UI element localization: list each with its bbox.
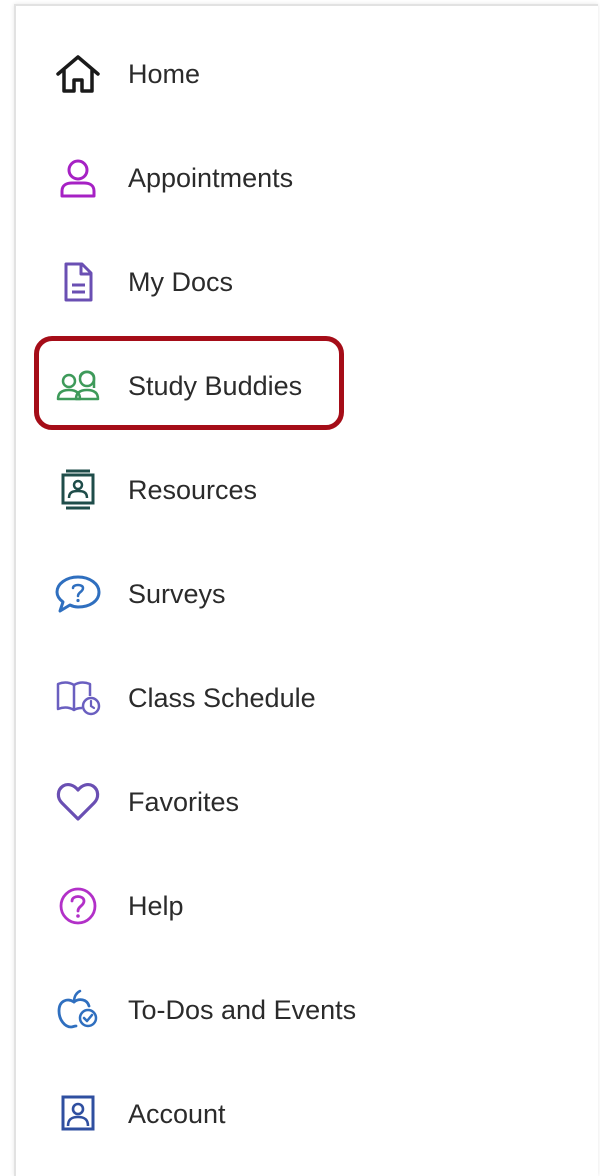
- nav-item-label: Account: [128, 1099, 226, 1129]
- question-bubble-icon: [54, 574, 102, 614]
- nav-item-label: Appointments: [128, 163, 294, 193]
- home-icon: [54, 54, 102, 94]
- nav-item-label: To-Dos and Events: [128, 995, 357, 1025]
- people-icon: [54, 366, 102, 406]
- nav-item-to-dos-and-events[interactable]: To-Dos and Events: [16, 980, 576, 1040]
- heart-icon: [54, 782, 102, 822]
- document-icon: [54, 262, 102, 302]
- nav-item-label: My Docs: [128, 267, 234, 297]
- nav-item-resources[interactable]: Resources: [16, 460, 576, 520]
- apple-check-icon: [54, 989, 102, 1030]
- nav-item-label: Resources: [128, 475, 258, 505]
- nav-item-favorites[interactable]: Favorites: [16, 772, 576, 832]
- nav-item-label: Class Schedule: [128, 683, 316, 713]
- nav-item-label: Study Buddies: [128, 371, 303, 401]
- person-icon: [54, 158, 102, 198]
- nav-item-help[interactable]: Help: [16, 876, 576, 936]
- nav-item-my-docs[interactable]: My Docs: [16, 252, 576, 312]
- nav-item-label: Home: [128, 59, 201, 89]
- nav-item-surveys[interactable]: Surveys: [16, 564, 576, 624]
- nav-item-label: Favorites: [128, 787, 240, 817]
- account-icon: [54, 1094, 102, 1134]
- contact-card-icon: [54, 469, 102, 510]
- navigation-menu: Home Appointments My Docs Study Buddies …: [14, 4, 598, 1176]
- nav-item-account[interactable]: Account: [16, 1084, 576, 1144]
- nav-item-label: Help: [128, 891, 184, 921]
- nav-item-class-schedule[interactable]: Class Schedule: [16, 668, 576, 728]
- nav-item-label: Surveys: [128, 579, 226, 609]
- book-clock-icon: [54, 678, 102, 718]
- nav-item-study-buddies[interactable]: Study Buddies: [16, 356, 576, 416]
- nav-item-appointments[interactable]: Appointments: [16, 148, 576, 208]
- nav-item-home[interactable]: Home: [16, 44, 576, 104]
- help-circle-icon: [54, 886, 102, 926]
